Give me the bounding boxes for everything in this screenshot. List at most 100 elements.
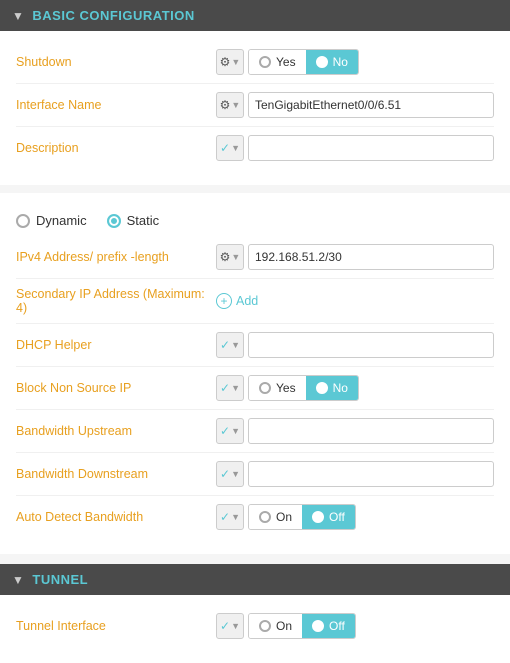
shutdown-no-option[interactable]: No (306, 50, 358, 74)
block-non-source-row: Block Non Source IP ✓ ▼ Yes No (16, 367, 494, 410)
block-no-option[interactable]: No (306, 376, 358, 400)
static-mode-option[interactable]: Static (107, 213, 160, 228)
settings-icon3: ⚙ (220, 250, 231, 264)
check-icon6: ✓ (220, 510, 230, 524)
check-icon5: ✓ (220, 467, 230, 481)
check-icon2: ✓ (220, 338, 230, 352)
block-non-source-label: Block Non Source IP (16, 381, 216, 395)
auto-detect-label: Auto Detect Bandwidth (16, 510, 216, 524)
shutdown-no-label: No (333, 55, 348, 69)
bandwidth-downstream-label: Bandwidth Downstream (16, 467, 216, 481)
mode-row: Dynamic Static (16, 203, 494, 236)
basic-config-form: Shutdown ⚙ ▼ Yes No Interface Name (0, 31, 510, 185)
dhcp-helper-controls: ✓ ▼ (216, 332, 494, 358)
tunnel-interface-toggle: On Off (248, 613, 356, 639)
basic-config-header: ▼ BASIC CONFIGURATION (0, 0, 510, 31)
static-radio (107, 214, 121, 228)
tunnel-interface-row: Tunnel Interface ✓ ▼ On Off (16, 605, 494, 647)
dhcp-helper-label: DHCP Helper (16, 338, 216, 352)
bandwidth-downstream-controls: ✓ ▼ (216, 461, 494, 487)
tunnel-form: Tunnel Interface ✓ ▼ On Off (0, 595, 510, 663)
tunnel-on-label: On (276, 619, 292, 633)
block-yes-option[interactable]: Yes (249, 376, 306, 400)
tunnel-settings-btn[interactable]: ✓ ▼ (216, 613, 244, 639)
block-yes-radio (259, 382, 271, 394)
bandwidth-upstream-label: Bandwidth Upstream (16, 424, 216, 438)
shutdown-no-radio (316, 56, 328, 68)
tunnel-chevron-icon[interactable]: ▼ (12, 573, 24, 587)
caret-icon5: ▼ (231, 340, 240, 350)
block-non-source-controls: ✓ ▼ Yes No (216, 375, 494, 401)
dynamic-mode-option[interactable]: Dynamic (16, 213, 87, 228)
dhcp-helper-input[interactable] (248, 332, 494, 358)
static-label: Static (127, 213, 160, 228)
block-yes-label: Yes (276, 381, 296, 395)
tunnel-off-radio (312, 620, 324, 632)
auto-detect-off-option[interactable]: Off (302, 505, 355, 529)
description-label: Description (16, 141, 216, 155)
section-gap-1 (0, 185, 510, 193)
dynamic-label: Dynamic (36, 213, 87, 228)
auto-detect-row: Auto Detect Bandwidth ✓ ▼ On Off (16, 496, 494, 538)
bandwidth-downstream-row: Bandwidth Downstream ✓ ▼ (16, 453, 494, 496)
ipv4-label: IPv4 Address/ prefix -length (16, 250, 216, 264)
bandwidth-upstream-controls: ✓ ▼ (216, 418, 494, 444)
shutdown-settings-btn[interactable]: ⚙ ▼ (216, 49, 244, 75)
tunnel-on-radio (259, 620, 271, 632)
auto-detect-off-label: Off (329, 510, 345, 524)
add-secondary-ip-btn[interactable]: + Add (216, 293, 258, 309)
auto-detect-on-option[interactable]: On (249, 505, 302, 529)
auto-detect-settings-btn[interactable]: ✓ ▼ (216, 504, 244, 530)
ip-config-section: Dynamic Static IPv4 Address/ prefix -len… (0, 193, 510, 554)
shutdown-yes-radio (259, 56, 271, 68)
bandwidth-downstream-input[interactable] (248, 461, 494, 487)
bandwidth-upstream-input[interactable] (248, 418, 494, 444)
block-no-label: No (333, 381, 348, 395)
description-controls: ✓ ▼ (216, 135, 494, 161)
ipv4-settings-btn[interactable]: ⚙ ▼ (216, 244, 244, 270)
shutdown-yes-option[interactable]: Yes (249, 50, 306, 74)
dhcp-settings-btn[interactable]: ✓ ▼ (216, 332, 244, 358)
tunnel-on-option[interactable]: On (249, 614, 302, 638)
tunnel-interface-label: Tunnel Interface (16, 619, 216, 633)
description-settings-btn[interactable]: ✓ ▼ (216, 135, 244, 161)
check-icon7: ✓ (220, 619, 230, 633)
block-no-radio (316, 382, 328, 394)
tunnel-off-option[interactable]: Off (302, 614, 355, 638)
auto-detect-on-radio (259, 511, 271, 523)
settings-icon2: ⚙ (220, 98, 231, 112)
dynamic-radio (16, 214, 30, 228)
auto-detect-on-label: On (276, 510, 292, 524)
caret-icon2: ▼ (231, 100, 240, 110)
caret-icon8: ▼ (231, 469, 240, 479)
caret-icon7: ▼ (231, 426, 240, 436)
interface-name-input[interactable] (248, 92, 494, 118)
bw-up-settings-btn[interactable]: ✓ ▼ (216, 418, 244, 444)
tunnel-off-label: Off (329, 619, 345, 633)
bandwidth-upstream-row: Bandwidth Upstream ✓ ▼ (16, 410, 494, 453)
add-icon: + (216, 293, 232, 309)
interface-name-row: Interface Name ⚙ ▼ (16, 84, 494, 127)
caret-icon3: ▼ (231, 143, 240, 153)
interface-settings-btn[interactable]: ⚙ ▼ (216, 92, 244, 118)
secondary-ip-label: Secondary IP Address (Maximum: 4) (16, 287, 216, 315)
description-row: Description ✓ ▼ (16, 127, 494, 169)
tunnel-title: TUNNEL (32, 572, 88, 587)
caret-icon6: ▼ (231, 383, 240, 393)
check-icon3: ✓ (220, 381, 230, 395)
chevron-icon[interactable]: ▼ (12, 9, 24, 23)
auto-detect-controls: ✓ ▼ On Off (216, 504, 494, 530)
add-label: Add (236, 294, 258, 308)
secondary-ip-row: Secondary IP Address (Maximum: 4) + Add (16, 279, 494, 324)
caret-icon: ▼ (231, 57, 240, 67)
section-gap-2 (0, 554, 510, 564)
description-input[interactable] (248, 135, 494, 161)
shutdown-label: Shutdown (16, 55, 216, 69)
settings-icon: ⚙ (220, 55, 231, 69)
block-settings-btn[interactable]: ✓ ▼ (216, 375, 244, 401)
tunnel-interface-controls: ✓ ▼ On Off (216, 613, 494, 639)
bw-down-settings-btn[interactable]: ✓ ▼ (216, 461, 244, 487)
ipv4-input[interactable] (248, 244, 494, 270)
dhcp-helper-row: DHCP Helper ✓ ▼ (16, 324, 494, 367)
auto-detect-off-radio (312, 511, 324, 523)
